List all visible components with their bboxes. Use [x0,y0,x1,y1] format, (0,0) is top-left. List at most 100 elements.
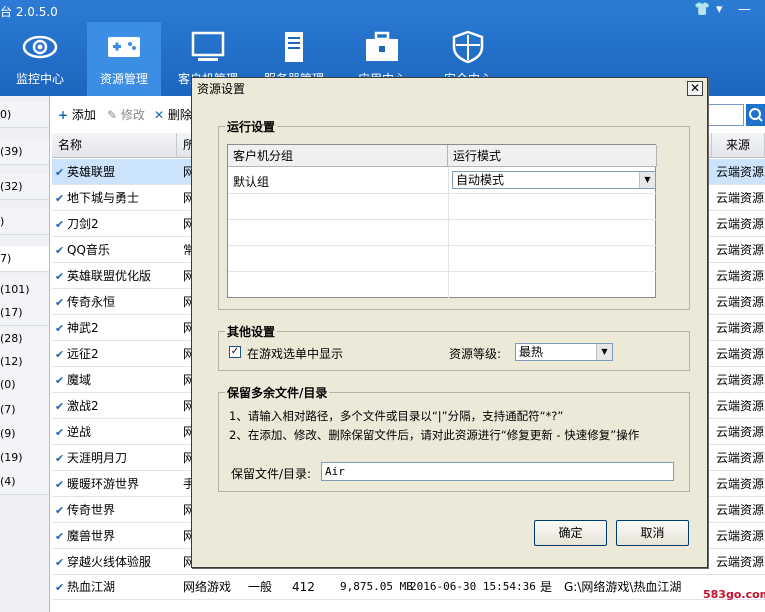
group-item[interactable]: 7) [0,246,49,272]
group-item[interactable]: (19) [0,445,49,471]
row-check-icon[interactable]: ✔ [55,471,64,497]
dropdown-arrow-icon[interactable]: ▼ [596,344,612,360]
group-item[interactable]: (4) [0,469,49,495]
client-group-table: 客户机分组 运行模式 默认组 自动模式 ▼ [227,144,657,298]
group-item[interactable]: (0) [0,372,49,398]
menu-dropdown-icon[interactable]: ▾ [716,2,723,17]
add-button[interactable]: + 添加 [58,104,96,126]
row-source: 云端资源 [716,373,765,387]
table-row[interactable]: ✔ 热血江湖 网络游戏 一般 412 9,875.05 MB 2016-06-3… [52,574,765,600]
monitor-icon [191,31,225,61]
row-check-icon[interactable]: ✔ [55,159,64,185]
group-item[interactable]: (9) [0,421,49,447]
nav-label: 监控中心 [15,72,64,86]
row-name: 英雄联盟 [67,165,116,179]
minimize-icon[interactable]: — [738,2,751,17]
row-name: 传奇世界 [67,503,116,517]
row-source: 云端资源 [716,165,765,179]
row-name: 远征2 [67,347,99,361]
show-in-menu-label: 在游戏选单中显示 [247,347,344,361]
cancel-button[interactable]: 取消 [616,520,689,546]
edit-button[interactable]: ✎ 修改 [107,104,145,126]
column-header-run-mode[interactable]: 运行模式 [448,145,657,167]
dropdown-arrow-icon[interactable]: ▼ [639,172,655,188]
keep-files-field-label: 保留文件/目录: [231,467,312,481]
column-header-source[interactable]: 来源 [712,133,765,158]
search-input[interactable] [708,104,744,126]
group-item[interactable]: (39) [0,139,49,165]
row-size: 9,875.05 MB [340,580,413,593]
row-check-icon[interactable]: ✔ [55,367,64,393]
row-name: 刀剑2 [67,217,99,231]
resource-level-select[interactable]: 最热 ▼ [515,343,613,361]
group-item[interactable]: 0) [0,102,49,128]
resource-settings-dialog: 资源设置 ✕ 运行设置 客户机分组 运行模式 默认组 自动模式 ▼ 其他设置 ✓… [191,77,708,568]
resource-toolbar: + 添加 ✎ 修改 ✕ 删除 [52,104,202,126]
run-settings-legend: 运行设置 [225,118,278,135]
search-button[interactable] [746,104,765,126]
row-name: 地下城与勇士 [67,191,140,205]
add-label: 添加 [71,108,96,122]
edit-label: 修改 [120,108,145,122]
row-source: 云端资源 [716,425,765,439]
search-icon [749,108,763,122]
row-check-icon[interactable]: ✔ [55,497,64,523]
close-icon[interactable]: ✕ [687,81,703,96]
group-item[interactable]: (32) [0,174,49,200]
row-check-icon[interactable]: ✔ [55,263,64,289]
row-check-icon[interactable]: ✔ [55,185,64,211]
group-list-panel: 0) (39) (32) ) 7) (101) (17) (28) (12) (… [0,96,50,612]
row-check-icon[interactable]: ✔ [55,574,64,600]
row-source: 云端资源 [716,477,765,491]
run-mode-select[interactable]: 自动模式 ▼ [452,171,656,189]
row-source: 云端资源 [716,503,765,517]
row-source: 云端资源 [716,217,765,231]
row-enabled: 是 [540,580,553,594]
nav-monitor-center[interactable]: 监控中心 [3,22,77,96]
row-name: QQ音乐 [67,243,110,257]
row-check-icon[interactable]: ✔ [55,523,64,549]
ok-button[interactable]: 确定 [534,520,607,546]
row-check-icon[interactable]: ✔ [55,549,64,575]
row-source: 云端资源 [716,191,765,205]
column-header-client-group[interactable]: 客户机分组 [228,145,448,167]
skin-icon[interactable]: 👕 [694,2,710,17]
row-source: 云端资源 [716,555,765,569]
delete-button[interactable]: ✕ 删除 [154,104,192,126]
row-category: 网络游戏 [183,580,232,594]
row-source: 云端资源 [716,295,765,309]
column-header-name[interactable]: 名称 [52,133,177,158]
nav-resource-management[interactable]: 资源管理 [87,22,161,96]
group-item[interactable]: ) [0,209,49,235]
row-count: 412 [292,580,315,594]
client-group-cell[interactable]: 默认组 [233,173,269,190]
row-name: 穿越火线体验服 [67,555,152,569]
row-check-icon[interactable]: ✔ [55,237,64,263]
row-name: 逆战 [67,425,92,439]
row-name: 热血江湖 [67,580,116,594]
row-check-icon[interactable]: ✔ [55,315,64,341]
row-check-icon[interactable]: ✔ [55,211,64,237]
group-item[interactable]: (7) [0,397,49,423]
show-in-menu-checkbox[interactable]: ✓ [229,346,241,358]
row-check-icon[interactable]: ✔ [55,445,64,471]
group-item[interactable]: (17) [0,300,49,326]
row-name: 魔兽世界 [67,529,116,543]
keep-files-input[interactable]: Air [321,462,674,481]
row-source: 云端资源 [716,321,765,335]
row-name: 天涯明月刀 [67,451,128,465]
row-source: 云端资源 [716,451,765,465]
row-check-icon[interactable]: ✔ [55,341,64,367]
row-level: 一般 [248,580,273,594]
row-name: 传奇永恒 [67,295,116,309]
row-path: G:\网络游戏\热血江湖 [564,580,682,594]
row-check-icon[interactable]: ✔ [55,289,64,315]
plus-icon: + [58,108,69,122]
row-check-icon[interactable]: ✔ [55,393,64,419]
other-settings-legend: 其他设置 [225,323,278,340]
app-title: 台 2.0.5.0 [0,5,58,19]
delete-x-icon: ✕ [154,108,165,122]
row-name: 激战2 [67,399,99,413]
row-name: 英雄联盟优化版 [67,269,152,283]
row-check-icon[interactable]: ✔ [55,419,64,445]
